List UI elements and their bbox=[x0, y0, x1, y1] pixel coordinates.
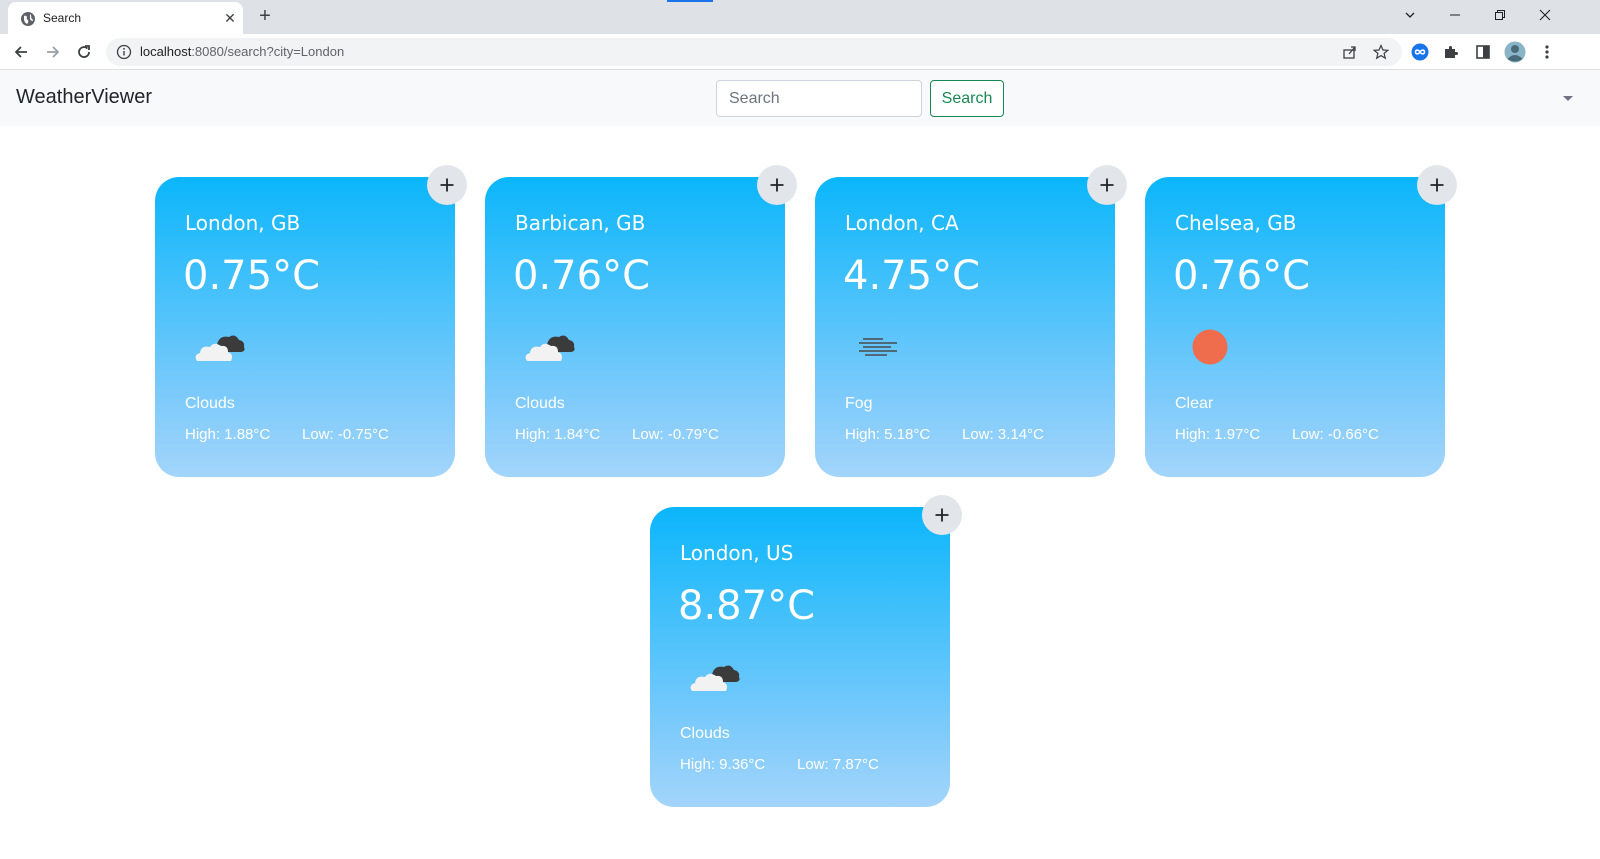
card-condition: Clouds bbox=[185, 395, 235, 412]
card-low-temp: Low: -0.75°C bbox=[302, 426, 389, 443]
profile-avatar[interactable] bbox=[1504, 41, 1526, 63]
clouds-icon bbox=[195, 335, 245, 361]
plus-icon bbox=[1430, 178, 1444, 192]
card-temperature: 4.75°C bbox=[843, 253, 980, 299]
dropdown-caret-icon[interactable] bbox=[1563, 96, 1573, 101]
add-favorite-button[interactable] bbox=[757, 165, 797, 205]
plus-icon bbox=[770, 178, 784, 192]
app-navbar: WeatherViewer Search bbox=[0, 70, 1600, 126]
url-path: :8080/search?city=London bbox=[191, 44, 345, 59]
address-bar[interactable]: localhost:8080/search?city=London bbox=[106, 38, 1402, 66]
card-high-temp: High: 1.88°C bbox=[185, 426, 271, 443]
bookmark-star-icon[interactable] bbox=[1372, 43, 1390, 61]
card-temperature: 0.75°C bbox=[183, 253, 320, 299]
city-search-input[interactable] bbox=[716, 80, 922, 117]
globe-icon bbox=[21, 12, 35, 26]
search-button[interactable]: Search bbox=[930, 80, 1004, 117]
reload-icon[interactable] bbox=[71, 39, 97, 65]
card-high-temp: High: 5.18°C bbox=[845, 426, 931, 443]
card-condition: Clouds bbox=[515, 395, 565, 412]
side-panel-icon[interactable] bbox=[1472, 41, 1494, 63]
sun-icon bbox=[1192, 329, 1228, 365]
browser-menu-icon[interactable] bbox=[1536, 41, 1558, 63]
add-favorite-button[interactable] bbox=[427, 165, 467, 205]
card-high-temp: High: 9.36°C bbox=[680, 756, 766, 773]
card-location: London, GB bbox=[185, 211, 301, 235]
url-text: localhost:8080/search?city=London bbox=[140, 44, 344, 59]
card-high-temp: High: 1.84°C bbox=[515, 426, 601, 443]
plus-icon bbox=[935, 508, 949, 522]
browser-tabstrip: Search ✕ + bbox=[0, 0, 1600, 34]
tab-title: Search bbox=[43, 11, 82, 25]
fog-icon bbox=[859, 338, 897, 356]
close-window-icon[interactable] bbox=[1522, 0, 1568, 30]
new-tab-icon[interactable]: + bbox=[253, 4, 277, 28]
browser-tab-search[interactable]: Search ✕ bbox=[8, 2, 243, 34]
share-icon[interactable] bbox=[1341, 43, 1359, 61]
brand-logo-text[interactable]: WeatherViewer bbox=[16, 86, 152, 109]
browser-toolbar: localhost:8080/search?city=London bbox=[0, 34, 1600, 70]
weather-card: London, CA 4.75°C Fog High: 5.18°C Low: … bbox=[815, 165, 1127, 477]
weather-card: Chelsea, GB 0.76°C Clear High: 1.97°C Lo… bbox=[1145, 165, 1457, 477]
forward-icon[interactable] bbox=[40, 39, 66, 65]
restore-icon[interactable] bbox=[1477, 0, 1523, 30]
tab-drag-indicator bbox=[667, 0, 713, 2]
card-high-temp: High: 1.97°C bbox=[1175, 426, 1261, 443]
card-location: Chelsea, GB bbox=[1175, 211, 1297, 235]
card-condition: Clouds bbox=[680, 725, 730, 742]
tab-search-chevron-icon[interactable] bbox=[1387, 0, 1433, 30]
card-low-temp: Low: -0.79°C bbox=[632, 426, 719, 443]
weather-card: London, US 8.87°C Clouds High: 9.36°C Lo… bbox=[650, 495, 962, 807]
plus-icon bbox=[440, 178, 454, 192]
card-temperature: 8.87°C bbox=[678, 583, 815, 629]
weather-card: London, GB 0.75°C Clouds High: 1.88°C Lo… bbox=[155, 165, 467, 477]
card-temperature: 0.76°C bbox=[513, 253, 650, 299]
clouds-icon bbox=[525, 335, 575, 361]
add-favorite-button[interactable] bbox=[1087, 165, 1127, 205]
minimize-icon[interactable] bbox=[1432, 0, 1478, 30]
weather-card: Barbican, GB 0.76°C Clouds High: 1.84°C … bbox=[485, 165, 797, 477]
add-favorite-button[interactable] bbox=[922, 495, 962, 535]
card-location: London, CA bbox=[845, 211, 959, 235]
info-icon[interactable] bbox=[116, 44, 132, 60]
card-condition: Clear bbox=[1175, 395, 1214, 412]
card-low-temp: Low: -0.66°C bbox=[1292, 426, 1379, 443]
card-low-temp: Low: 7.87°C bbox=[797, 756, 879, 773]
clouds-icon bbox=[690, 665, 740, 691]
plus-icon bbox=[1100, 178, 1114, 192]
add-favorite-button[interactable] bbox=[1417, 165, 1457, 205]
card-condition: Fog bbox=[845, 395, 873, 412]
card-temperature: 0.76°C bbox=[1173, 253, 1310, 299]
back-icon[interactable] bbox=[8, 39, 34, 65]
card-low-temp: Low: 3.14°C bbox=[962, 426, 1044, 443]
card-location: Barbican, GB bbox=[515, 211, 646, 235]
extensions-puzzle-icon[interactable] bbox=[1440, 41, 1462, 63]
extension-infinity-icon[interactable] bbox=[1409, 41, 1431, 63]
tab-close-icon[interactable]: ✕ bbox=[220, 8, 240, 28]
url-host: localhost bbox=[140, 44, 192, 59]
card-location: London, US bbox=[680, 541, 794, 565]
